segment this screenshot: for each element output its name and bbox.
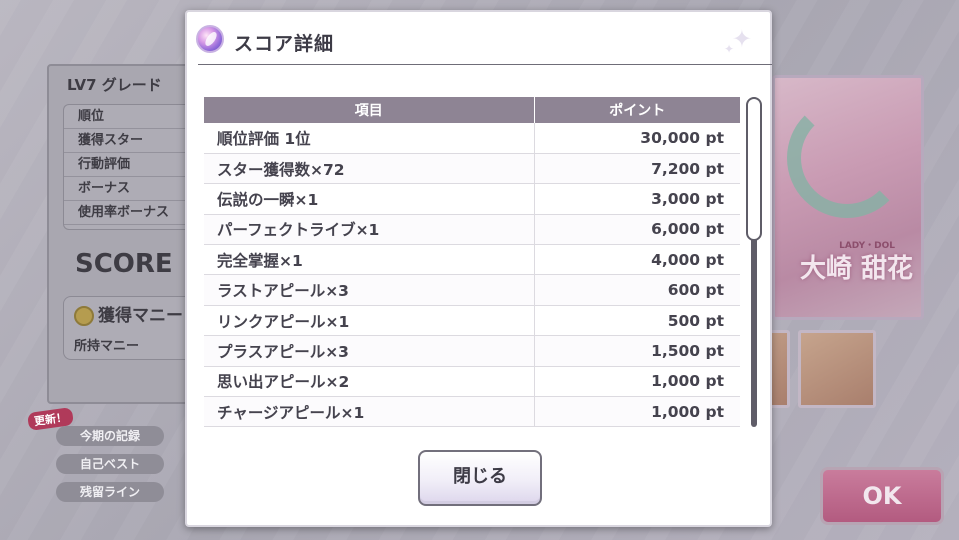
- result-title: LV7 グレード: [67, 76, 162, 94]
- table-row: パーフェクトライブ×1 6,000 pt: [204, 214, 740, 246]
- row-item: 思い出アピール×2: [204, 366, 535, 398]
- money-title: 獲得マニー: [74, 301, 183, 326]
- stat-row-rank: 順位: [64, 105, 199, 129]
- row-item: プラスアピール×3: [204, 335, 535, 367]
- column-header-item: 項目: [204, 97, 535, 123]
- dialog-title: スコア詳細: [234, 33, 335, 55]
- score-table: 項目 ポイント 順位評価 1位 30,000 pt スター獲得数×72 7,200 …: [204, 97, 740, 428]
- card-decoration: [787, 98, 907, 218]
- money-row: 所持マニー: [74, 339, 140, 354]
- row-points: 1,000 pt: [534, 396, 740, 428]
- title-divider: [198, 64, 772, 65]
- table-row: 伝説の一瞬×1 3,000 pt: [204, 183, 740, 215]
- card-name: 大崎 甜花: [799, 254, 913, 284]
- row-item: ラストアピール×3: [204, 274, 535, 306]
- score-label: SCORE: [75, 249, 173, 279]
- row-points: 3,000 pt: [534, 183, 740, 215]
- row-item: パーフェクトライブ×1: [204, 214, 535, 246]
- row-item: 伝説の一瞬×1: [204, 183, 535, 215]
- close-button[interactable]: 閉じる: [418, 450, 542, 506]
- personal-best-button[interactable]: 自己ベスト: [56, 454, 164, 474]
- stat-box: 順位 獲得スター 行動評価 ボーナス 使用率ボーナス: [63, 104, 199, 230]
- table-row: リンクアピール×1 500 pt: [204, 305, 740, 337]
- table-row: 完全掌握×1 4,000 pt: [204, 244, 740, 276]
- ok-button[interactable]: OK: [820, 467, 944, 525]
- stat-row-action: 行動評価: [64, 153, 199, 177]
- row-item: 順位評価 1位: [204, 123, 535, 154]
- money-box: 獲得マニー 所持マニー: [63, 296, 199, 360]
- stat-row-stars: 獲得スター: [64, 129, 199, 153]
- score-detail-dialog: スコア詳細 ✦ ✦ 項目 ポイント 順位評価 1位 30,000 pt スター獲得…: [185, 10, 772, 527]
- result-panel: LV7 グレード 順位 獲得スター 行動評価 ボーナス 使用率ボーナス SCOR…: [47, 64, 199, 404]
- row-item: 完全掌握×1: [204, 244, 535, 276]
- row-points: 1,500 pt: [534, 335, 740, 367]
- sparkle-small-icon: ✦: [723, 42, 734, 56]
- score-table-container[interactable]: 項目 ポイント 順位評価 1位 30,000 pt スター獲得数×72 7,200 …: [204, 97, 740, 428]
- sparkle-icon: ✦: [731, 25, 752, 53]
- table-header-row: 項目 ポイント: [204, 97, 740, 123]
- table-row: チャージアピール×1 1,000 pt: [204, 396, 740, 428]
- current-record-button[interactable]: 今期の記録: [56, 426, 164, 446]
- row-item: チャージアピール×1: [204, 396, 535, 428]
- column-header-points: ポイント: [534, 97, 740, 123]
- table-row: 順位評価 1位 30,000 pt: [204, 123, 740, 154]
- row-item: リンクアピール×1: [204, 305, 535, 337]
- table-row: スター獲得数×72 7,200 pt: [204, 153, 740, 185]
- row-item: スター獲得数×72: [204, 153, 535, 185]
- row-points: 1,000 pt: [534, 366, 740, 398]
- row-points: 30,000 pt: [534, 123, 740, 154]
- idol-card-art: LADY・DOL 大崎 甜花: [772, 75, 924, 320]
- money-title-text: 獲得マニー: [98, 306, 183, 326]
- survival-line-button[interactable]: 残留ライン: [56, 482, 164, 502]
- row-points: 500 pt: [534, 305, 740, 337]
- support-card-thumb[interactable]: [798, 330, 876, 408]
- stat-row-usage-bonus: 使用率ボーナス: [64, 201, 199, 225]
- row-points: 600 pt: [534, 274, 740, 306]
- table-row: 思い出アピール×2 1,000 pt: [204, 366, 740, 398]
- row-points: 4,000 pt: [534, 244, 740, 276]
- stat-row-bonus: ボーナス: [64, 177, 199, 201]
- row-points: 6,000 pt: [534, 214, 740, 246]
- coin-icon: [74, 306, 94, 326]
- table-row: ラストアピール×3 600 pt: [204, 274, 740, 306]
- score-orb-icon: [196, 25, 224, 53]
- row-points: 7,200 pt: [534, 153, 740, 185]
- scrollbar-thumb[interactable]: [746, 97, 762, 241]
- table-row: プラスアピール×3 1,500 pt: [204, 335, 740, 367]
